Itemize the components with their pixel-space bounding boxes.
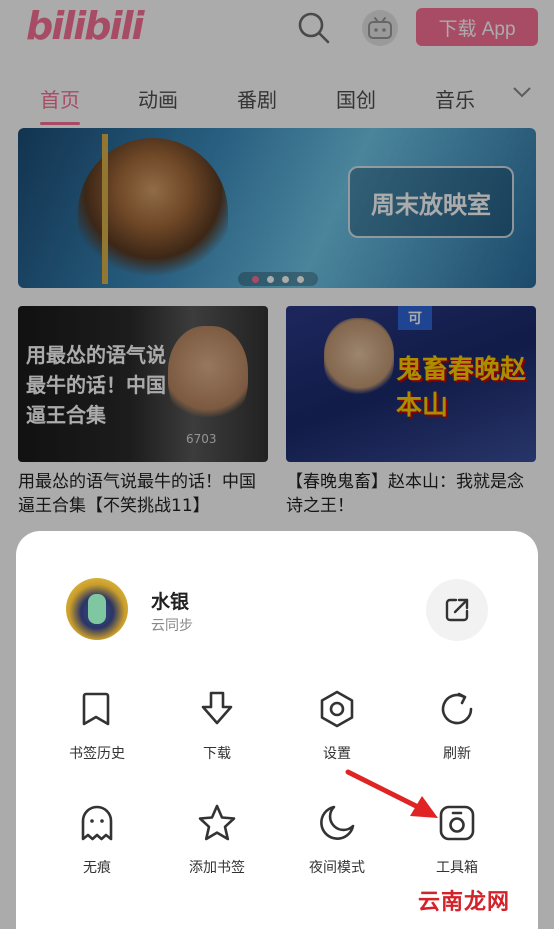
refresh-icon (441, 692, 473, 725)
menu-label: 夜间模式 (309, 860, 365, 876)
menu-label: 下载 (203, 746, 231, 762)
menu-label: 刷新 (443, 746, 471, 762)
menu-label: 设置 (323, 746, 351, 762)
menu-bookmark-history[interactable]: 书签历史 (37, 689, 157, 779)
menu-label: 工具箱 (436, 860, 478, 876)
settings-hexagon-icon (320, 690, 354, 728)
avatar[interactable] (66, 578, 128, 640)
menu-label: 添加书签 (189, 860, 245, 876)
sync-status: 云同步 (151, 618, 193, 634)
menu-download[interactable]: 下载 (157, 689, 277, 779)
bookmark-icon (82, 692, 110, 726)
menu-add-bookmark[interactable]: 添加书签 (157, 803, 277, 893)
browser-menu-sheet: 水银 云同步 书签历史 下载 设置 刷新 无痕 添加书签 夜间模式 工具箱 (16, 531, 538, 929)
annotation-arrow-icon (345, 769, 438, 818)
menu-label: 书签历史 (69, 746, 125, 762)
user-name[interactable]: 水银 (151, 587, 189, 614)
ghost-icon (81, 805, 113, 841)
star-icon (198, 804, 236, 841)
watermark: 云南龙网 (418, 889, 511, 915)
download-icon (201, 691, 233, 725)
menu-incognito[interactable]: 无痕 (37, 803, 157, 893)
share-out-icon[interactable] (426, 579, 488, 641)
menu-label: 无痕 (83, 860, 111, 876)
